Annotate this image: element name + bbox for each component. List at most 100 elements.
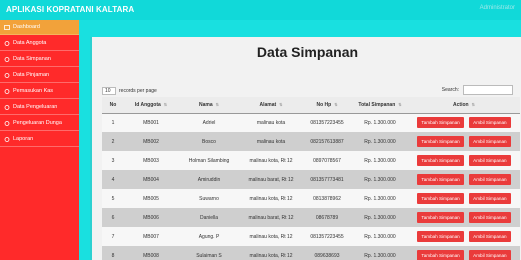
cell-no: 7 (102, 227, 124, 246)
sort-icon: ⇅ (334, 101, 338, 107)
column-header-alamat[interactable]: Alamat ⇅ (240, 97, 302, 114)
page-length-select[interactable]: 10 (102, 87, 116, 95)
cell-no: 1 (102, 113, 124, 132)
sort-icon: ⇅ (215, 101, 219, 107)
cell-id: MB004 (124, 170, 178, 189)
sidebar-item-label: Pengeluaran Dunga (13, 120, 62, 126)
search-input[interactable] (463, 85, 513, 95)
cell-total: Rp. 1.300.000 (352, 113, 408, 132)
cell-alamat: malinau kota, Rt 12 (240, 246, 302, 260)
table-row: 2 MB002 Bosco malinau kota 082157613887 … (102, 132, 520, 151)
column-header-action[interactable]: Action ⇅ (408, 97, 520, 114)
cell-total: Rp. 1.300.000 (352, 246, 408, 260)
column-header-total[interactable]: Total Simpanan ⇅ (352, 97, 408, 114)
tambah-simpanan-button[interactable]: Tambah Simpanan (417, 193, 464, 204)
sidebar-item-data-anggota[interactable]: Data Anggota (0, 36, 79, 51)
column-header-no[interactable]: No (102, 97, 124, 114)
ambil-simpanan-button[interactable]: Ambil Simpanan (469, 231, 511, 242)
sidebar-item-pemasukan-kas[interactable]: Pemasukan Kas (0, 84, 79, 99)
cell-alamat: malinau kota, Rt 12 (240, 151, 302, 170)
cell-total: Rp. 1.300.000 (352, 151, 408, 170)
user-icon (4, 88, 10, 94)
cell-nama: Daniella (178, 208, 240, 227)
table-row: 1 MB001 Adriel malinau kota 081357223455… (102, 113, 520, 132)
cell-action: Tambah Simpanan Ambil Simpanan (408, 132, 520, 151)
tambah-simpanan-button[interactable]: Tambah Simpanan (417, 136, 464, 147)
cell-no-hp: 08678789 (302, 208, 352, 227)
sidebar-item-label: Data Simpanan (13, 56, 51, 62)
cell-no-hp: 0813878962 (302, 189, 352, 208)
cell-action: Tambah Simpanan Ambil Simpanan (408, 227, 520, 246)
cell-id: MB003 (124, 151, 178, 170)
sidebar-item-laporan[interactable]: Laporan (0, 132, 79, 147)
page-length-label: records per page (119, 88, 157, 94)
cell-no: 6 (102, 208, 124, 227)
sidebar: Dashboard Data Anggota Data Simpanan Dat… (0, 20, 79, 260)
cell-no: 2 (102, 132, 124, 151)
cell-no-hp: 082157613887 (302, 132, 352, 151)
cell-action: Tambah Simpanan Ambil Simpanan (408, 208, 520, 227)
cell-alamat: malinau kota, Rt 12 (240, 227, 302, 246)
cell-nama: Sulaiman S (178, 246, 240, 260)
ambil-simpanan-button[interactable]: Ambil Simpanan (469, 250, 511, 260)
cell-nama: Bosco (178, 132, 240, 151)
cell-no: 8 (102, 246, 124, 260)
tambah-simpanan-button[interactable]: Tambah Simpanan (417, 174, 464, 185)
content-area: Data Simpanan 10 records per page Search… (79, 20, 521, 260)
cell-id: MB001 (124, 113, 178, 132)
tambah-simpanan-button[interactable]: Tambah Simpanan (417, 231, 464, 242)
sort-icon: ⇅ (398, 101, 402, 107)
cell-no-hp: 081357223455 (302, 113, 352, 132)
ambil-simpanan-button[interactable]: Ambil Simpanan (469, 155, 511, 166)
cell-nama: Amiruddin (178, 170, 240, 189)
sidebar-item-label: Laporan (13, 136, 34, 142)
tambah-simpanan-button[interactable]: Tambah Simpanan (417, 212, 464, 223)
cell-total: Rp. 1.300.000 (352, 227, 408, 246)
cell-id: MB006 (124, 208, 178, 227)
column-header-no-hp[interactable]: No Hp ⇅ (302, 97, 352, 114)
cell-action: Tambah Simpanan Ambil Simpanan (408, 151, 520, 170)
table-row: 6 MB006 Daniella malinau barat, Rt 12 08… (102, 208, 520, 227)
column-header-nama[interactable]: Nama ⇅ (178, 97, 240, 114)
user-label[interactable]: Administrator (480, 5, 515, 11)
tambah-simpanan-button[interactable]: Tambah Simpanan (417, 155, 464, 166)
cell-alamat: malinau kota (240, 132, 302, 151)
sort-icon: ⇅ (279, 101, 283, 107)
cell-action: Tambah Simpanan Ambil Simpanan (408, 170, 520, 189)
page-length-control: 10 records per page (102, 87, 157, 95)
ambil-simpanan-button[interactable]: Ambil Simpanan (469, 136, 511, 147)
sort-icon: ⇅ (471, 101, 475, 107)
ambil-simpanan-button[interactable]: Ambil Simpanan (469, 174, 511, 185)
user-icon (4, 56, 10, 62)
sidebar-item-data-pengeluaran[interactable]: Data Pengeluaran (0, 100, 79, 115)
sidebar-item-dashboard[interactable]: Dashboard (0, 20, 79, 35)
sidebar-item-label: Pemasukan Kas (13, 88, 54, 94)
cell-total: Rp. 1.300.000 (352, 189, 408, 208)
sidebar-item-pengeluaran-dunga[interactable]: Pengeluaran Dunga (0, 116, 79, 131)
cell-no-hp: 0897078567 (302, 151, 352, 170)
ambil-simpanan-button[interactable]: Ambil Simpanan (469, 193, 511, 204)
cell-nama: Holman Silambing (178, 151, 240, 170)
main-panel: Data Simpanan 10 records per page Search… (90, 37, 521, 260)
cell-alamat: malinau kota, Rt 12 (240, 189, 302, 208)
table-row: 5 MB005 Suwarno malinau kota, Rt 12 0813… (102, 189, 520, 208)
table-row: 3 MB003 Holman Silambing malinau kota, R… (102, 151, 520, 170)
tambah-simpanan-button[interactable]: Tambah Simpanan (417, 250, 464, 260)
cell-id: MB008 (124, 246, 178, 260)
table-row: 8 MB008 Sulaiman S malinau kota, Rt 12 0… (102, 246, 520, 260)
ambil-simpanan-button[interactable]: Ambil Simpanan (469, 212, 511, 223)
sidebar-item-label: Data Pengeluaran (13, 104, 58, 110)
cell-alamat: malinau kota (240, 113, 302, 132)
cell-id: MB005 (124, 189, 178, 208)
simpanan-table: No Id Anggota ⇅ Nama ⇅ Alamat ⇅ No Hp ⇅ Tota… (102, 97, 520, 260)
sidebar-item-data-pinjaman[interactable]: Data Pinjaman (0, 68, 79, 83)
ambil-simpanan-button[interactable]: Ambil Simpanan (469, 117, 511, 129)
cell-nama: Adriel (178, 113, 240, 132)
user-icon (4, 120, 10, 126)
column-header-id[interactable]: Id Anggota ⇅ (124, 97, 178, 114)
sidebar-item-data-simpanan[interactable]: Data Simpanan (0, 52, 79, 67)
tambah-simpanan-button[interactable]: Tambah Simpanan (417, 117, 464, 129)
cell-alamat: malinau barat, Rt 12 (240, 208, 302, 227)
cell-total: Rp. 1.300.000 (352, 170, 408, 189)
cell-alamat: malinau barat, Rt 12 (240, 170, 302, 189)
